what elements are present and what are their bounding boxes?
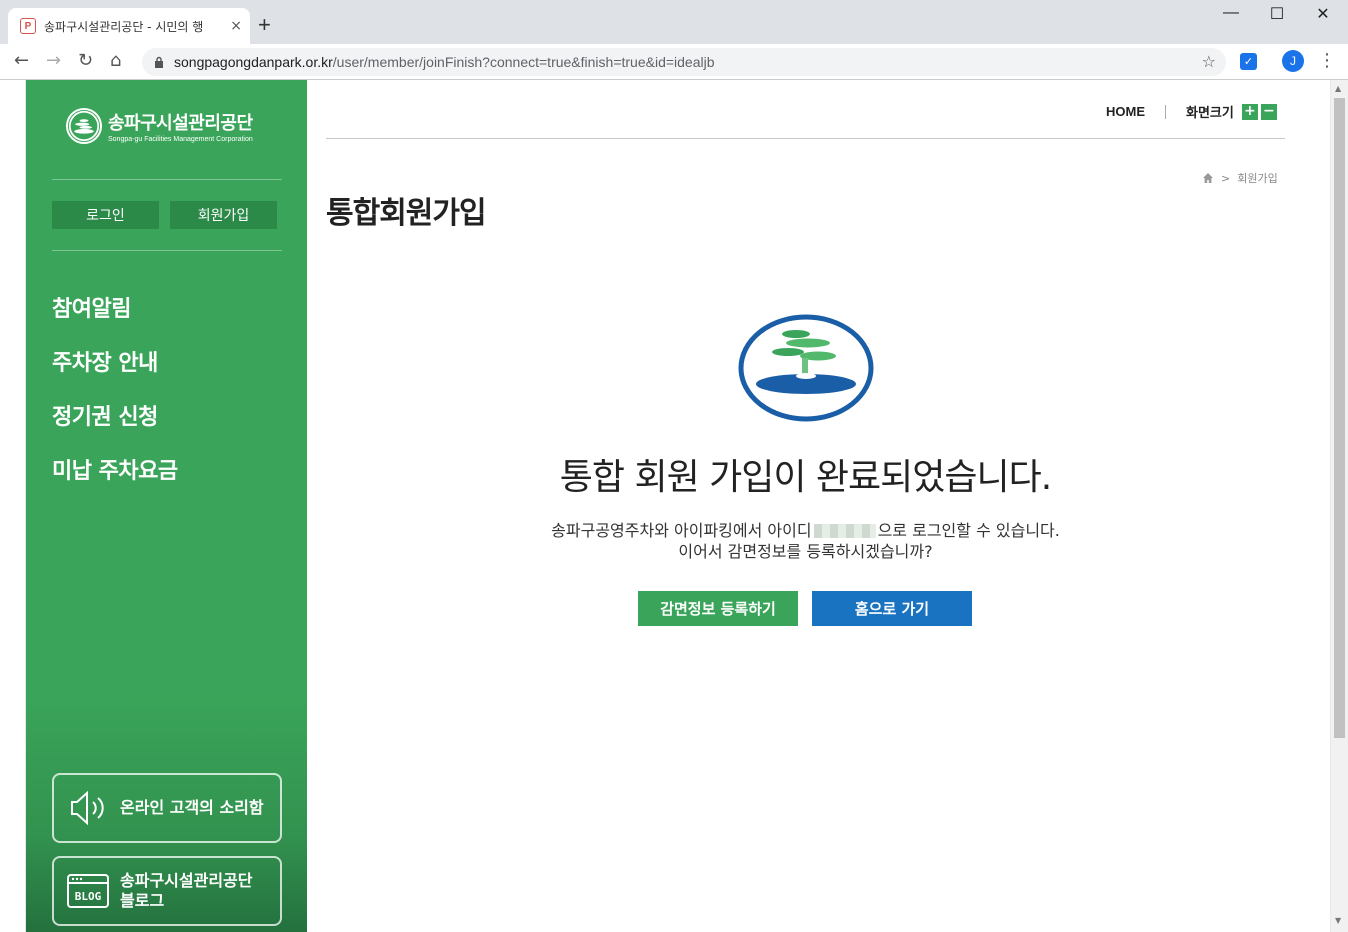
header-divider: [326, 138, 1285, 139]
font-size-label: 화면크기: [1186, 106, 1234, 121]
scrollbar-thumb[interactable]: [1334, 98, 1345, 738]
breadcrumb-separator: >: [1221, 171, 1231, 185]
new-tab-button[interactable]: +: [258, 12, 271, 38]
logo-text: 송파구시설관리공단 Songpa-gu Facilities Managemen…: [108, 109, 253, 143]
page-scrollbar[interactable]: ▲ ▼: [1330, 80, 1348, 932]
home-link[interactable]: HOME: [1106, 104, 1145, 119]
maximize-button[interactable]: ☐: [1254, 4, 1300, 24]
home-icon[interactable]: ⌂: [110, 50, 121, 71]
url-host: songpagongdanpark.or.kr: [174, 54, 333, 70]
blog-label-line1: 송파구시설관리공단: [120, 871, 253, 890]
forward-icon[interactable]: →: [46, 50, 61, 71]
page-title: 통합회원가입: [326, 196, 487, 231]
blog-label: 송파구시설관리공단 블로그: [120, 871, 252, 911]
browser-titlebar: P 송파구시설관리공단 - 시민의 행 × + — ☐ ✕: [0, 0, 1348, 44]
scroll-down-icon[interactable]: ▼: [1335, 916, 1341, 925]
logo-english: Songpa-gu Facilities Management Corporat…: [108, 136, 253, 143]
tab-title: 송파구시설관리공단 - 시민의 행: [44, 19, 204, 34]
address-bar[interactable]: songpagongdanpark.or.kr/user/member/join…: [142, 48, 1226, 76]
tab-close-icon[interactable]: ×: [230, 18, 242, 34]
sidebar-item-parking-info[interactable]: 주차장 안내: [52, 345, 158, 377]
address-url: songpagongdanpark.or.kr/user/member/join…: [174, 54, 715, 70]
blurred-user-id: [813, 524, 876, 538]
sidebar: 송파구시설관리공단 Songpa-gu Facilities Managemen…: [26, 80, 307, 932]
extension-icon[interactable]: ✓: [1240, 53, 1257, 70]
customer-voice-box[interactable]: 온라인 고객의 소리함: [52, 773, 282, 843]
corporation-emblem-icon: [738, 314, 874, 422]
completion-message-after: 으로 로그인할 수 있습니다.: [877, 521, 1060, 540]
minimize-button[interactable]: —: [1208, 4, 1254, 22]
url-path: /user/member/joinFinish?connect=true&fin…: [332, 54, 715, 70]
page-left-margin: [0, 80, 26, 932]
reload-icon[interactable]: ↻: [78, 50, 93, 71]
register-discount-button[interactable]: 감면정보 등록하기: [638, 591, 798, 626]
blog-label-line2: 블로그: [120, 891, 165, 910]
scroll-up-icon[interactable]: ▲: [1335, 84, 1341, 93]
breadcrumb-home-icon[interactable]: [1202, 172, 1214, 184]
blog-icon-text: BLOG: [75, 890, 102, 903]
completion-message-before: 송파구공영주차와 아이파킹에서 아이디: [551, 521, 812, 540]
completion-message: 송파구공영주차와 아이파킹에서 아이디 으로 로그인할 수 있습니다. 이어서 감…: [326, 520, 1285, 562]
sidebar-divider-top: [52, 179, 282, 180]
browser-menu-icon[interactable]: ⋮: [1318, 50, 1336, 71]
sidebar-item-unpaid-fee[interactable]: 미납 주차요금: [52, 453, 178, 485]
customer-voice-label: 온라인 고객의 소리함: [120, 798, 264, 817]
page-viewport: 송파구시설관리공단 Songpa-gu Facilities Managemen…: [0, 80, 1348, 932]
back-icon[interactable]: ←: [14, 50, 29, 71]
sidebar-item-pass-apply[interactable]: 정기권 신청: [52, 399, 158, 431]
browser-tab[interactable]: P 송파구시설관리공단 - 시민의 행 ×: [8, 8, 250, 44]
browser-toolbar: ← → ↻ ⌂ songpagongdanpark.or.kr/user/mem…: [0, 44, 1348, 80]
sidebar-divider-bottom: [52, 250, 282, 251]
zoom-out-button[interactable]: −: [1260, 103, 1277, 120]
sidebar-item-notice[interactable]: 참여알림: [52, 291, 131, 323]
close-window-button[interactable]: ✕: [1300, 4, 1346, 24]
go-home-button[interactable]: 홈으로 가기: [812, 591, 972, 626]
login-button[interactable]: 로그인: [52, 201, 159, 229]
site-favicon-icon: P: [20, 18, 36, 34]
breadcrumb: > 회원가입: [1202, 170, 1278, 186]
zoom-in-button[interactable]: +: [1241, 103, 1258, 120]
top-nav: HOME 화면크기 + −: [1106, 102, 1277, 121]
nav-separator: [1165, 104, 1166, 119]
lock-icon: [155, 56, 163, 68]
blog-box[interactable]: BLOG 송파구시설관리공단 블로그: [52, 856, 282, 926]
completion-title: 통합 회원 가입이 완료되었습니다.: [559, 457, 1052, 498]
site-logo[interactable]: 송파구시설관리공단 Songpa-gu Facilities Managemen…: [66, 108, 253, 144]
breadcrumb-current: 회원가입: [1237, 172, 1278, 185]
speaker-icon: [71, 790, 104, 826]
join-button[interactable]: 회원가입: [170, 201, 277, 229]
logo-emblem-icon: [66, 108, 102, 144]
blog-icon: BLOG: [67, 874, 109, 908]
completion-message-question: 이어서 감면정보를 등록하시겠습니까?: [678, 542, 933, 561]
logo-korean: 송파구시설관리공단: [108, 113, 253, 134]
profile-avatar[interactable]: J: [1282, 50, 1304, 72]
bookmark-star-icon[interactable]: ☆: [1202, 52, 1216, 71]
